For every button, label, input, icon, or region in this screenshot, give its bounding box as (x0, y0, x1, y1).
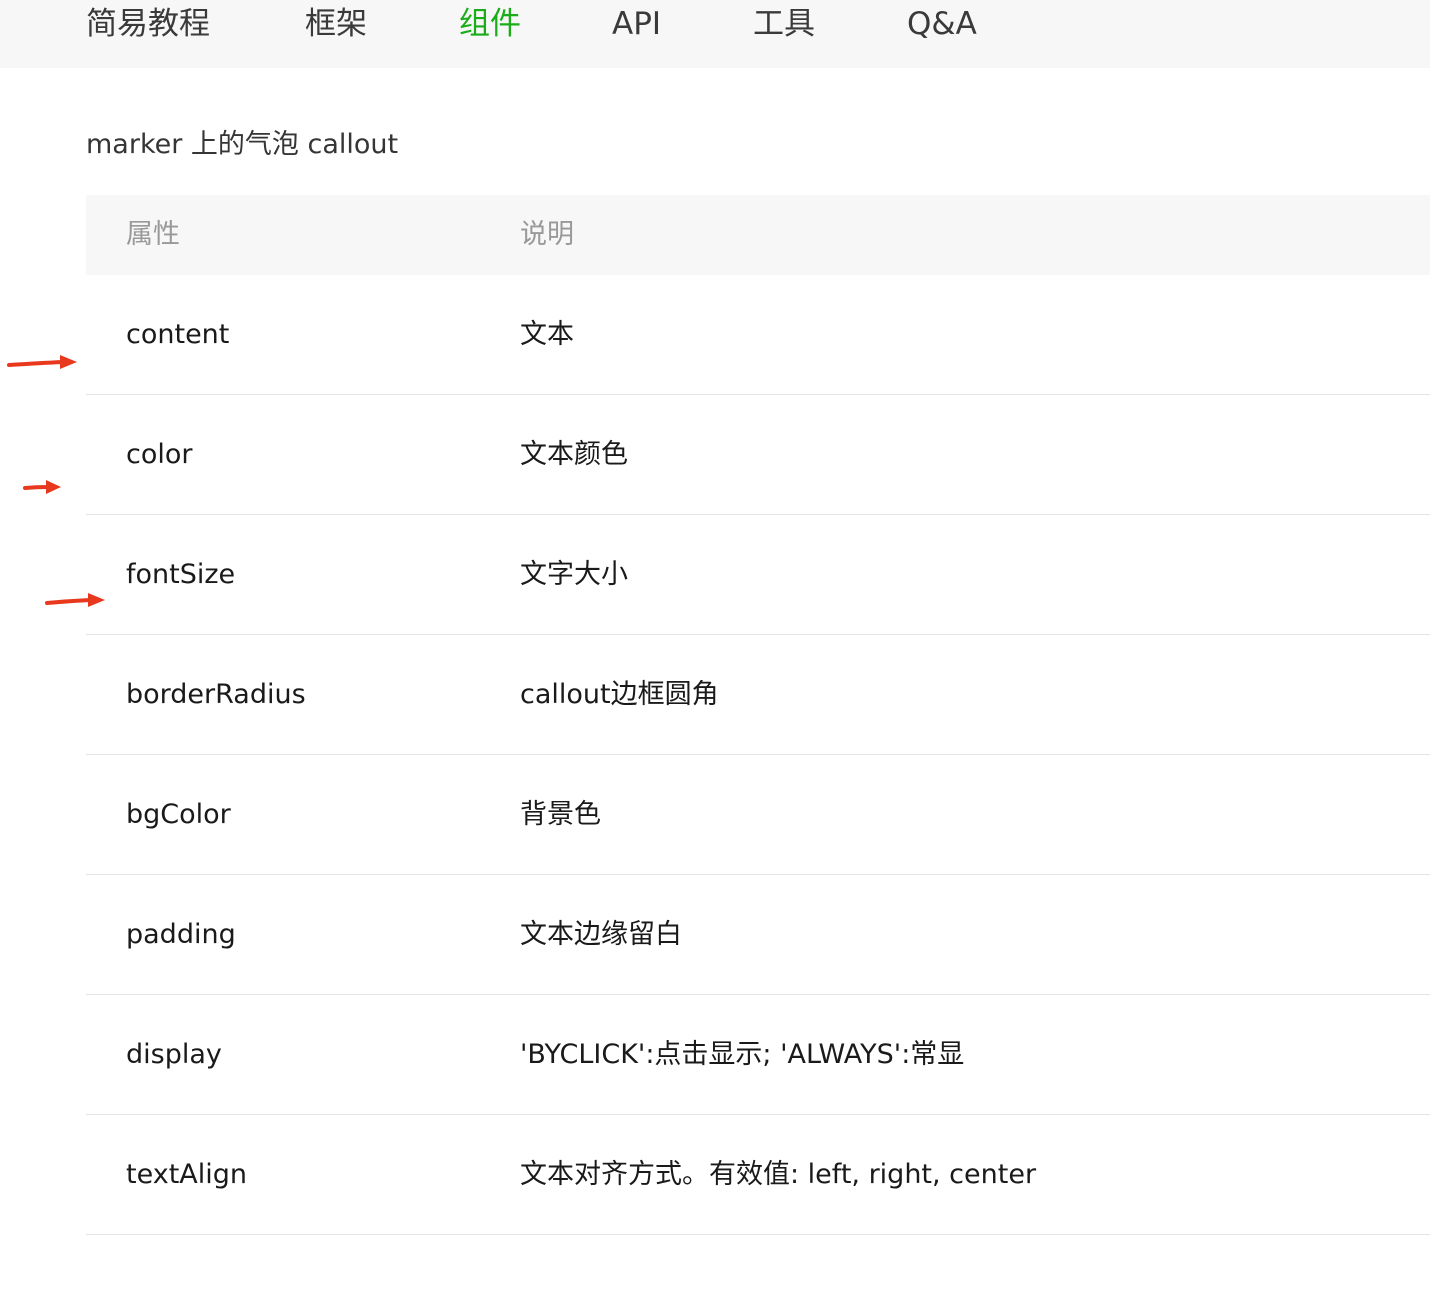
annotation-arrow-icon (7, 355, 77, 369)
property-name: display (126, 1039, 222, 1070)
section-title: marker 上的气泡 callout (86, 129, 399, 160)
table-row: fontSize 文字大小 (86, 515, 1430, 635)
table-row: padding 文本边缘留白 (86, 875, 1430, 995)
nav-item-api[interactable]: API (612, 2, 661, 46)
table-row: display 'BYCLICK':点击显示; 'ALWAYS':常显 (86, 995, 1430, 1115)
property-description: 'BYCLICK':点击显示; 'ALWAYS':常显 (520, 1039, 965, 1070)
nav-item-qa[interactable]: Q&A (907, 2, 977, 46)
property-name: borderRadius (126, 679, 306, 710)
property-name: fontSize (126, 559, 236, 590)
property-description: 文本 (520, 319, 574, 350)
callout-properties-table: 属性 说明 content 文本 color 文本颜色 fontSize 文字大… (86, 195, 1430, 1235)
nav-item-tutorial[interactable]: 简易教程 (86, 2, 210, 46)
property-name: color (126, 439, 193, 470)
nav-item-tools[interactable]: 工具 (753, 2, 815, 46)
property-description: 背景色 (520, 799, 601, 830)
table-row: content 文本 (86, 275, 1430, 395)
nav-item-components[interactable]: 组件 (459, 2, 521, 46)
property-description: 文字大小 (520, 559, 628, 590)
nav-item-framework[interactable]: 框架 (305, 2, 367, 46)
annotation-arrow-icon (23, 480, 61, 494)
top-navigation: 简易教程 框架 组件 API 工具 Q&A (0, 0, 1430, 68)
table-row: textAlign 文本对齐方式。有效值: left, right, cente… (86, 1115, 1430, 1235)
property-name: textAlign (126, 1159, 248, 1190)
table-row: borderRadius callout边框圆角 (86, 635, 1430, 755)
property-name: bgColor (126, 799, 231, 830)
table-row: color 文本颜色 (86, 395, 1430, 515)
property-name: padding (126, 919, 236, 950)
property-description: 文本颜色 (520, 439, 628, 470)
table-header: 属性 说明 (86, 195, 1430, 275)
header-property: 属性 (126, 219, 180, 250)
table-row: bgColor 背景色 (86, 755, 1430, 875)
header-description: 说明 (520, 219, 574, 250)
annotation-arrow-icon (45, 593, 105, 607)
property-name: content (126, 319, 230, 350)
property-description: callout边框圆角 (520, 679, 719, 710)
property-description: 文本边缘留白 (520, 919, 682, 950)
property-description: 文本对齐方式。有效值: left, right, center (520, 1159, 1037, 1190)
